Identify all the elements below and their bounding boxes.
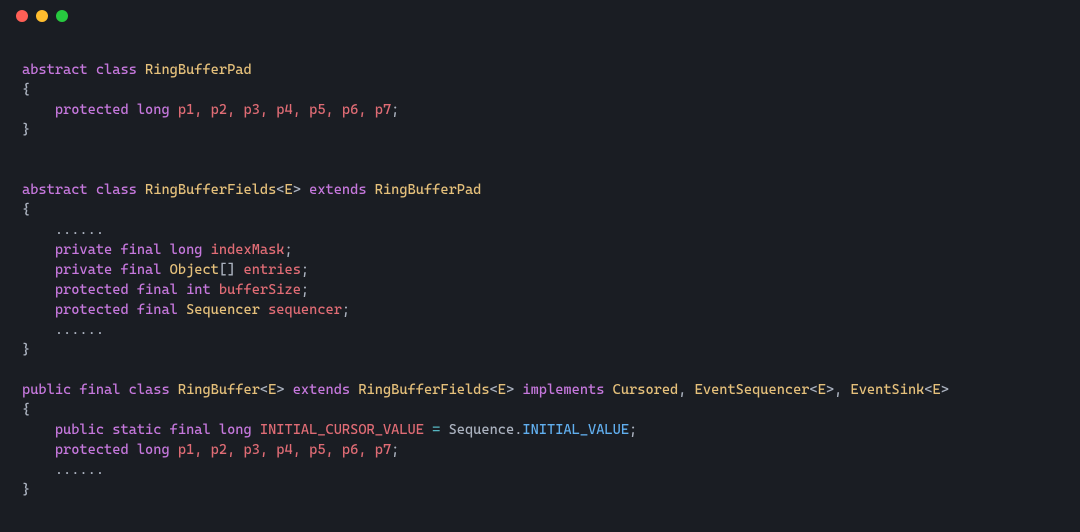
angle-close: >: [293, 182, 301, 198]
type: long: [170, 242, 203, 258]
brace: }: [22, 122, 30, 138]
semicolon: ;: [285, 242, 293, 258]
keyword: class: [96, 62, 137, 78]
keyword: abstract: [22, 62, 88, 78]
keyword: public: [22, 382, 71, 398]
semicolon: ;: [391, 442, 399, 458]
class-name: RingBufferPad: [145, 62, 252, 78]
ellipsis: ......: [55, 462, 104, 478]
type: long: [219, 422, 252, 438]
comma: ,: [678, 382, 686, 398]
type-param: E: [933, 382, 941, 398]
type-param: E: [285, 182, 293, 198]
ellipsis: ......: [55, 322, 104, 338]
semicolon: ;: [629, 422, 637, 438]
type: Sequencer: [186, 302, 260, 318]
zoom-icon[interactable]: [56, 10, 68, 22]
member-ref: INITIAL_VALUE: [522, 422, 629, 438]
semicolon: ;: [391, 102, 399, 118]
field: INITIAL_CURSOR_VALUE: [260, 422, 424, 438]
field: entries: [243, 262, 300, 278]
keyword: final: [137, 302, 178, 318]
keyword: final: [79, 382, 120, 398]
brace: }: [22, 482, 30, 498]
class-name: RingBuffer: [178, 382, 260, 398]
keyword: class: [96, 182, 137, 198]
keyword: protected: [55, 442, 129, 458]
keyword: public: [55, 422, 104, 438]
brace: }: [22, 342, 30, 358]
semicolon: ;: [342, 302, 350, 318]
class-name: RingBufferFields: [145, 182, 276, 198]
type: long: [137, 442, 170, 458]
field: sequencer: [268, 302, 342, 318]
brace: {: [22, 82, 30, 98]
angle-open: <: [810, 382, 818, 398]
brace: {: [22, 402, 30, 418]
comma: ,: [834, 382, 842, 398]
interface: Cursored: [613, 382, 679, 398]
field-list: p1, p2, p3, p4, p5, p6, p7: [178, 102, 391, 118]
class-name: RingBufferPad: [375, 182, 482, 198]
keyword: final: [137, 282, 178, 298]
keyword: protected: [55, 302, 129, 318]
angle-open: <: [924, 382, 932, 398]
field: indexMask: [211, 242, 285, 258]
window-titlebar: [0, 0, 1080, 32]
code-window: abstract class RingBufferPad { protected…: [0, 0, 1080, 532]
type-param: E: [818, 382, 826, 398]
type: long: [137, 102, 170, 118]
keyword: extends: [293, 382, 350, 398]
keyword: static: [112, 422, 161, 438]
interface: EventSink: [851, 382, 925, 398]
minimize-icon[interactable]: [36, 10, 48, 22]
keyword: final: [170, 422, 211, 438]
keyword: final: [120, 242, 161, 258]
semicolon: ;: [301, 282, 309, 298]
qualifier: Sequence: [449, 422, 515, 438]
interface: EventSequencer: [695, 382, 810, 398]
brace: {: [22, 202, 30, 218]
class-name: RingBufferFields: [358, 382, 489, 398]
close-icon[interactable]: [16, 10, 28, 22]
angle-close: >: [276, 382, 284, 398]
angle-open: <: [490, 382, 498, 398]
ellipsis: ......: [55, 222, 104, 238]
angle-open: <: [260, 382, 268, 398]
keyword: class: [129, 382, 170, 398]
angle-close: >: [506, 382, 514, 398]
type-param: E: [498, 382, 506, 398]
field: bufferSize: [219, 282, 301, 298]
operator: =: [432, 422, 440, 438]
keyword: private: [55, 242, 112, 258]
keyword: abstract: [22, 182, 88, 198]
keyword: protected: [55, 282, 129, 298]
keyword: implements: [522, 382, 604, 398]
angle-open: <: [276, 182, 284, 198]
angle-close: >: [826, 382, 834, 398]
field-list: p1, p2, p3, p4, p5, p6, p7: [178, 442, 391, 458]
semicolon: ;: [301, 262, 309, 278]
keyword: protected: [55, 102, 129, 118]
keyword: extends: [309, 182, 366, 198]
keyword: final: [120, 262, 161, 278]
type: int: [186, 282, 211, 298]
angle-close: >: [941, 382, 949, 398]
brackets: []: [219, 262, 235, 278]
code-block: abstract class RingBufferPad { protected…: [0, 32, 1080, 520]
type: Object: [170, 262, 219, 278]
keyword: private: [55, 262, 112, 278]
